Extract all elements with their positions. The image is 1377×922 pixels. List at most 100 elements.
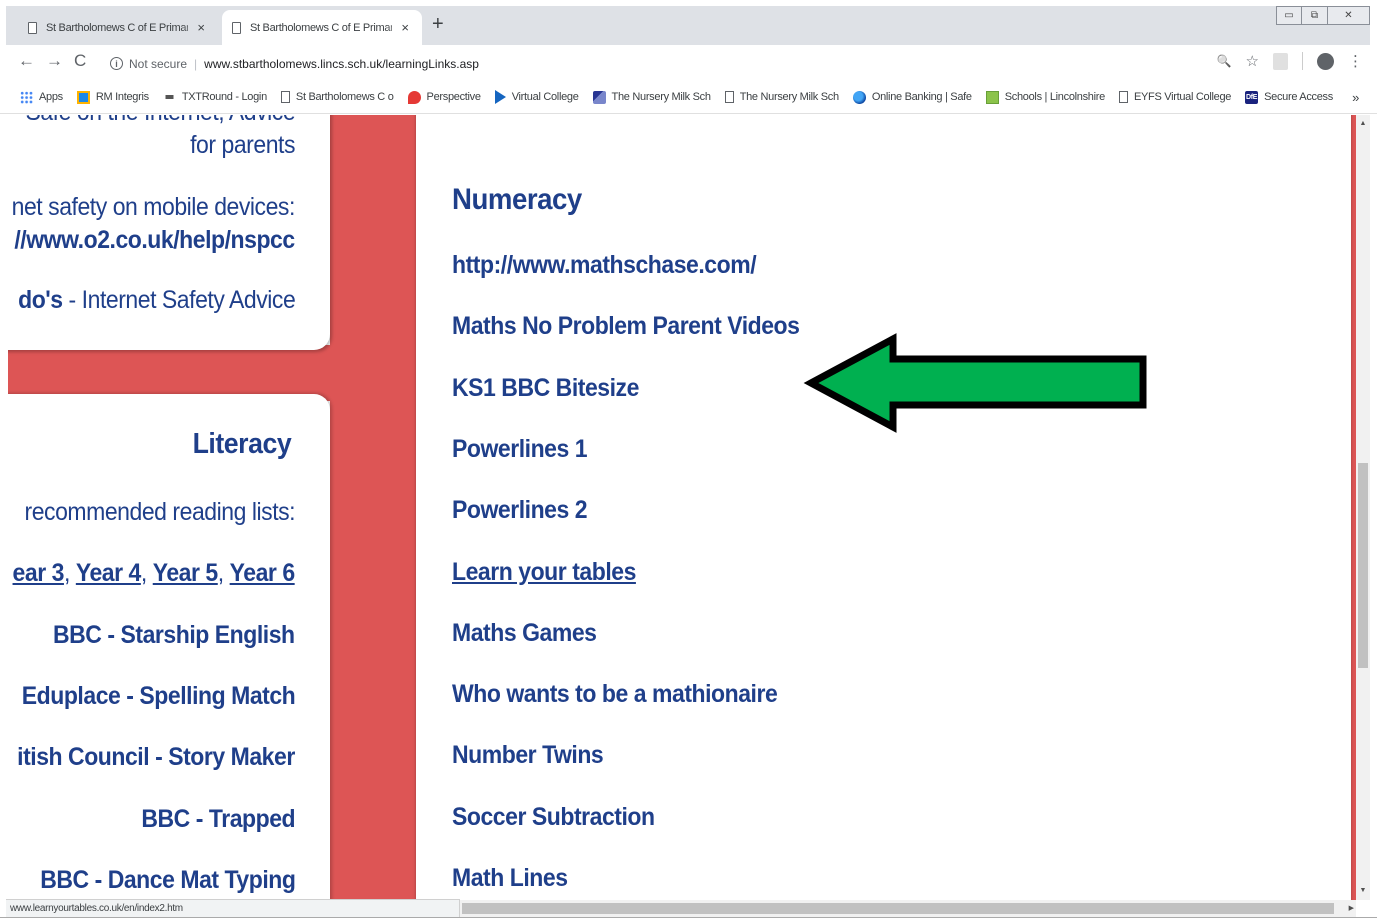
- forward-arrow-icon[interactable]: →: [46, 51, 63, 71]
- scroll-up-icon[interactable]: ▲: [1356, 117, 1370, 131]
- menu-icon[interactable]: ⋮: [1348, 52, 1363, 70]
- red-background-band: [330, 115, 426, 900]
- info-icon[interactable]: i: [110, 57, 123, 70]
- bookmarks-overflow-icon[interactable]: »: [1352, 90, 1359, 105]
- tab-strip: St Bartholomews C of E Primary S × St Ba…: [0, 0, 1377, 45]
- apps-icon: [20, 90, 33, 104]
- page-viewport: Safe on the Internet, Advice for parents…: [8, 115, 1356, 900]
- numeracy-link[interactable]: Powerlines 1: [452, 435, 588, 464]
- url-text[interactable]: www.stbartholomews.lincs.sch.uk/learning…: [204, 57, 479, 71]
- reload-icon[interactable]: C: [74, 51, 86, 71]
- vertical-scroll-thumb[interactable]: [1358, 463, 1368, 668]
- year-6-link[interactable]: Year 6: [230, 559, 295, 587]
- bookmark-label: The Nursery Milk Sch: [739, 91, 839, 103]
- arrow-shape: [803, 333, 1147, 433]
- page-icon: [1118, 91, 1128, 103]
- numeracy-link[interactable]: Number Twins: [452, 741, 604, 770]
- perspective-icon: [407, 90, 421, 104]
- address-bar[interactable]: i Not secure | www.stbartholomews.lincs.…: [98, 50, 1268, 77]
- bookmark-star-icon[interactable]: ☆: [1246, 52, 1259, 70]
- internet-safety-advice-link-cont[interactable]: for parents: [190, 131, 295, 160]
- toolbar-actions: 🔍 ☆ ⋮: [1217, 52, 1363, 70]
- year-5-link[interactable]: Year 5: [153, 559, 218, 587]
- horizontal-scrollbar[interactable]: ▶: [460, 900, 1356, 917]
- page-icon: [724, 91, 734, 103]
- year-separator: ,: [64, 559, 77, 587]
- numeracy-link[interactable]: Learn your tables: [452, 558, 636, 587]
- dos-safety-advice[interactable]: do's - Internet Safety Advice: [18, 286, 296, 315]
- literacy-link-starship[interactable]: BBC - Starship English: [53, 621, 295, 650]
- browser-toolbar: ← → C i Not secure | www.stbartholomews.…: [0, 45, 1377, 81]
- tab-title: St Bartholomews C of E Primary S: [250, 21, 392, 34]
- numeracy-link[interactable]: KS1 BBC Bitesize: [452, 374, 639, 403]
- tab-close-icon[interactable]: ×: [398, 20, 412, 35]
- year-4-link[interactable]: Year 4: [76, 559, 141, 587]
- vertical-scrollbar[interactable]: ▲ ▼: [1356, 115, 1370, 900]
- dos-rest-label: - Internet Safety Advice: [62, 286, 295, 314]
- numeracy-link[interactable]: Maths No Problem Parent Videos: [452, 312, 800, 341]
- bookmark-label: St Bartholomews C o: [295, 91, 394, 103]
- bookmark-item[interactable]: Online Banking | Safe: [852, 90, 972, 104]
- extension-icon[interactable]: [1273, 52, 1288, 70]
- zoom-icon[interactable]: 🔍: [1217, 54, 1232, 68]
- bookmark-label: Perspective: [426, 91, 481, 103]
- bookmark-label: RM Integris: [95, 91, 149, 103]
- bookmark-item[interactable]: EYFS Virtual College: [1118, 91, 1232, 103]
- window-controls: ▭ ⧉ ✕: [1276, 6, 1370, 25]
- new-tab-button[interactable]: +: [432, 13, 444, 36]
- rm-icon: [76, 90, 90, 104]
- bookmark-item[interactable]: St Bartholomews C o: [280, 91, 394, 103]
- minimize-icon[interactable]: ▭: [1276, 6, 1302, 25]
- bookmark-item[interactable]: DfE Secure Access: [1245, 90, 1333, 104]
- window-bottom-edge: [0, 917, 1377, 922]
- literacy-link-dance-mat[interactable]: BBC - Dance Mat Typing: [40, 866, 296, 895]
- back-arrow-icon[interactable]: ←: [18, 51, 35, 71]
- window-close-icon[interactable]: ✕: [1328, 6, 1370, 25]
- tab-active[interactable]: St Bartholomews C of E Primary S ×: [222, 10, 422, 45]
- numeracy-link[interactable]: Who wants to be a mathionaire: [452, 680, 778, 709]
- bookmark-label: Virtual College: [511, 91, 579, 103]
- bookmark-item[interactable]: The Nursery Milk Sch: [724, 91, 839, 103]
- bookmark-label: Secure Access: [1264, 91, 1333, 103]
- literacy-link-story-maker[interactable]: itish Council - Story Maker: [17, 743, 295, 772]
- internet-safety-advice-link[interactable]: Safe on the Internet, Advice: [25, 115, 295, 127]
- page-icon: [232, 21, 241, 34]
- tab-inactive[interactable]: St Bartholomews C of E Primary S ×: [18, 10, 218, 45]
- numeracy-link[interactable]: Maths Games: [452, 619, 597, 648]
- bookmark-label: Online Banking | Safe: [871, 91, 972, 103]
- profile-icon[interactable]: [1317, 52, 1334, 70]
- literacy-link-spelling-match[interactable]: Eduplace - Spelling Match: [22, 682, 296, 711]
- maximize-icon[interactable]: ⧉: [1302, 6, 1328, 25]
- nursery-icon: [592, 90, 606, 104]
- year-3-link[interactable]: ear 3: [13, 559, 65, 587]
- literacy-link-trapped[interactable]: BBC - Trapped: [141, 805, 295, 834]
- o2-nspcc-link[interactable]: //www.o2.co.uk/help/nspcc: [15, 226, 296, 255]
- numeracy-heading: Numeracy: [452, 183, 582, 216]
- numeracy-link[interactable]: http://www.mathschase.com/: [452, 251, 757, 280]
- bookmark-item[interactable]: RM Integris: [76, 90, 149, 104]
- numeracy-link[interactable]: Soccer Subtraction: [452, 803, 655, 832]
- red-background-bar: [8, 345, 348, 401]
- bookmark-label: EYFS Virtual College: [1133, 91, 1232, 103]
- page-icon: [28, 21, 37, 34]
- bookmark-label: TXTRound - Login: [181, 91, 267, 103]
- numeracy-link[interactable]: Powerlines 2: [452, 496, 588, 525]
- reading-lists-label: recommended reading lists:: [24, 498, 295, 526]
- bookmark-item[interactable]: Perspective: [407, 90, 481, 104]
- schools-icon: [985, 90, 999, 104]
- numeracy-link[interactable]: Math Lines: [452, 864, 568, 893]
- tab-close-icon[interactable]: ×: [194, 20, 208, 35]
- year-separator: ,: [218, 559, 230, 587]
- bookmark-item[interactable]: Apps: [20, 90, 63, 104]
- play-icon: [494, 90, 506, 104]
- scroll-right-icon[interactable]: ▶: [1349, 900, 1354, 917]
- bookmark-item[interactable]: The Nursery Milk Sch: [592, 90, 711, 104]
- scroll-down-icon[interactable]: ▼: [1356, 884, 1370, 898]
- bookmark-item[interactable]: Virtual College: [494, 90, 579, 104]
- bookmark-label: Schools | Lincolnshire: [1004, 91, 1106, 103]
- bookmarks-bar: Apps RM Integris TXTRound - Login St Bartho…: [0, 81, 1377, 114]
- horizontal-scroll-thumb[interactable]: [462, 903, 1334, 914]
- address-separator: |: [194, 56, 198, 71]
- bookmark-item[interactable]: TXTRound - Login: [162, 91, 267, 103]
- bookmark-item[interactable]: Schools | Lincolnshire: [985, 90, 1106, 104]
